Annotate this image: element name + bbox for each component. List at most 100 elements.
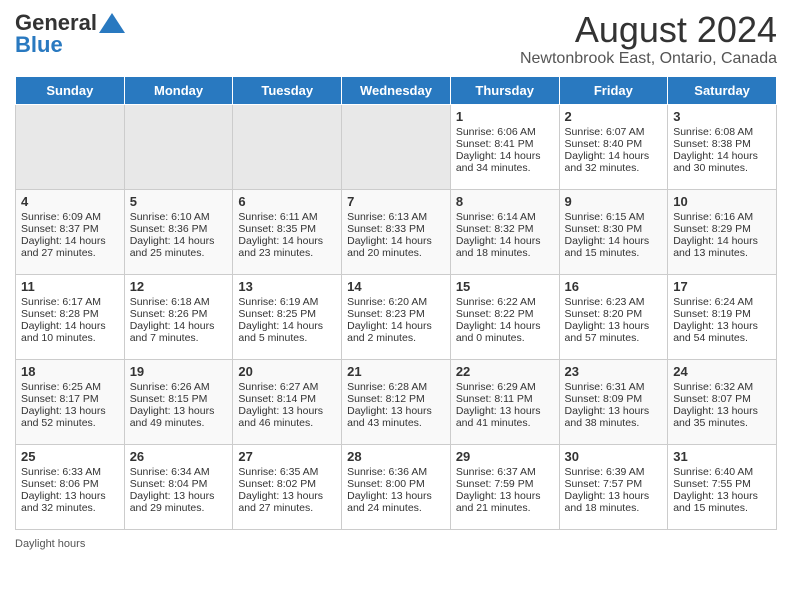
daylight-line1: Daylight: 13 hours (347, 405, 432, 417)
sunrise-line: Sunrise: 6:15 AM (565, 211, 645, 223)
sunrise-line: Sunrise: 6:36 AM (347, 466, 427, 478)
day-number: 20 (238, 364, 336, 379)
sunrise-line: Sunrise: 6:35 AM (238, 466, 318, 478)
daylight-line1: Daylight: 13 hours (673, 320, 758, 332)
sunrise-line: Sunrise: 6:11 AM (238, 211, 317, 223)
sunrise-line: Sunrise: 6:18 AM (130, 296, 210, 308)
sunset-line: Sunset: 8:12 PM (347, 393, 425, 405)
sunset-line: Sunset: 8:04 PM (130, 478, 208, 490)
sunrise-line: Sunrise: 6:24 AM (673, 296, 753, 308)
table-row: 10 Sunrise: 6:16 AM Sunset: 8:29 PM Dayl… (668, 189, 777, 274)
sunrise-line: Sunrise: 6:06 AM (456, 126, 536, 138)
table-row (16, 104, 125, 189)
table-row: 29 Sunrise: 6:37 AM Sunset: 7:59 PM Dayl… (450, 444, 559, 529)
sunset-line: Sunset: 8:30 PM (565, 223, 643, 235)
main-title: August 2024 (520, 10, 777, 50)
table-row: 9 Sunrise: 6:15 AM Sunset: 8:30 PM Dayli… (559, 189, 668, 274)
sunset-line: Sunset: 7:59 PM (456, 478, 534, 490)
sunrise-line: Sunrise: 6:23 AM (565, 296, 645, 308)
calendar-table: Sunday Monday Tuesday Wednesday Thursday… (15, 76, 777, 530)
sunset-line: Sunset: 8:02 PM (238, 478, 316, 490)
day-number: 23 (565, 364, 663, 379)
table-row (124, 104, 233, 189)
table-row: 20 Sunrise: 6:27 AM Sunset: 8:14 PM Dayl… (233, 359, 342, 444)
sunrise-line: Sunrise: 6:34 AM (130, 466, 210, 478)
title-area: August 2024 Newtonbrook East, Ontario, C… (520, 10, 777, 68)
day-number: 12 (130, 279, 228, 294)
daylight-line1: Daylight: 13 hours (565, 490, 650, 502)
day-number: 9 (565, 194, 663, 209)
sunrise-line: Sunrise: 6:26 AM (130, 381, 210, 393)
table-row: 12 Sunrise: 6:18 AM Sunset: 8:26 PM Dayl… (124, 274, 233, 359)
day-number: 11 (21, 279, 119, 294)
day-number: 26 (130, 449, 228, 464)
sunrise-line: Sunrise: 6:08 AM (673, 126, 753, 138)
day-number: 10 (673, 194, 771, 209)
calendar-week-2: 4 Sunrise: 6:09 AM Sunset: 8:37 PM Dayli… (16, 189, 777, 274)
day-number: 30 (565, 449, 663, 464)
daylight-line1: Daylight: 14 hours (238, 320, 323, 332)
sunrise-line: Sunrise: 6:16 AM (673, 211, 753, 223)
sunset-line: Sunset: 8:38 PM (673, 138, 751, 150)
header: General Blue August 2024 Newtonbrook Eas… (15, 10, 777, 68)
sunrise-line: Sunrise: 6:39 AM (565, 466, 645, 478)
table-row: 30 Sunrise: 6:39 AM Sunset: 7:57 PM Dayl… (559, 444, 668, 529)
table-row: 16 Sunrise: 6:23 AM Sunset: 8:20 PM Dayl… (559, 274, 668, 359)
sunrise-line: Sunrise: 6:19 AM (238, 296, 318, 308)
day-number: 17 (673, 279, 771, 294)
daylight-line2: and 7 minutes. (130, 332, 199, 344)
col-friday: Friday (559, 76, 668, 104)
table-row: 31 Sunrise: 6:40 AM Sunset: 7:55 PM Dayl… (668, 444, 777, 529)
table-row: 28 Sunrise: 6:36 AM Sunset: 8:00 PM Dayl… (342, 444, 451, 529)
table-row: 8 Sunrise: 6:14 AM Sunset: 8:32 PM Dayli… (450, 189, 559, 274)
daylight-line1: Daylight: 13 hours (347, 490, 432, 502)
day-number: 29 (456, 449, 554, 464)
day-number: 1 (456, 109, 554, 124)
daylight-line2: and 30 minutes. (673, 162, 748, 174)
day-number: 25 (21, 449, 119, 464)
calendar-week-4: 18 Sunrise: 6:25 AM Sunset: 8:17 PM Dayl… (16, 359, 777, 444)
table-row: 6 Sunrise: 6:11 AM Sunset: 8:35 PM Dayli… (233, 189, 342, 274)
daylight-line2: and 43 minutes. (347, 417, 422, 429)
sunrise-line: Sunrise: 6:27 AM (238, 381, 318, 393)
day-number: 7 (347, 194, 445, 209)
table-row: 18 Sunrise: 6:25 AM Sunset: 8:17 PM Dayl… (16, 359, 125, 444)
sunset-line: Sunset: 8:22 PM (456, 308, 534, 320)
sunrise-line: Sunrise: 6:40 AM (673, 466, 753, 478)
sunset-line: Sunset: 8:17 PM (21, 393, 99, 405)
col-monday: Monday (124, 76, 233, 104)
daylight-line2: and 5 minutes. (238, 332, 307, 344)
table-row (233, 104, 342, 189)
daylight-line1: Daylight: 13 hours (456, 490, 541, 502)
daylight-line1: Daylight: 13 hours (21, 490, 106, 502)
daylight-line2: and 21 minutes. (456, 502, 531, 514)
table-row: 11 Sunrise: 6:17 AM Sunset: 8:28 PM Dayl… (16, 274, 125, 359)
col-wednesday: Wednesday (342, 76, 451, 104)
table-row: 23 Sunrise: 6:31 AM Sunset: 8:09 PM Dayl… (559, 359, 668, 444)
daylight-line2: and 24 minutes. (347, 502, 422, 514)
day-number: 31 (673, 449, 771, 464)
sunset-line: Sunset: 8:20 PM (565, 308, 643, 320)
daylight-line1: Daylight: 13 hours (21, 405, 106, 417)
daylight-line2: and 35 minutes. (673, 417, 748, 429)
daylight-label: Daylight hours (15, 538, 85, 550)
daylight-line2: and 52 minutes. (21, 417, 96, 429)
daylight-line2: and 34 minutes. (456, 162, 531, 174)
header-row: Sunday Monday Tuesday Wednesday Thursday… (16, 76, 777, 104)
table-row: 3 Sunrise: 6:08 AM Sunset: 8:38 PM Dayli… (668, 104, 777, 189)
daylight-line2: and 54 minutes. (673, 332, 748, 344)
daylight-line1: Daylight: 13 hours (673, 490, 758, 502)
daylight-line1: Daylight: 14 hours (565, 235, 650, 247)
sunset-line: Sunset: 8:29 PM (673, 223, 751, 235)
daylight-line2: and 13 minutes. (673, 247, 748, 259)
daylight-line2: and 57 minutes. (565, 332, 640, 344)
sunset-line: Sunset: 8:25 PM (238, 308, 316, 320)
daylight-line1: Daylight: 13 hours (130, 405, 215, 417)
col-tuesday: Tuesday (233, 76, 342, 104)
table-row: 25 Sunrise: 6:33 AM Sunset: 8:06 PM Dayl… (16, 444, 125, 529)
day-number: 5 (130, 194, 228, 209)
sunset-line: Sunset: 8:09 PM (565, 393, 643, 405)
table-row (342, 104, 451, 189)
footer: Daylight hours (15, 538, 777, 550)
table-row: 5 Sunrise: 6:10 AM Sunset: 8:36 PM Dayli… (124, 189, 233, 274)
